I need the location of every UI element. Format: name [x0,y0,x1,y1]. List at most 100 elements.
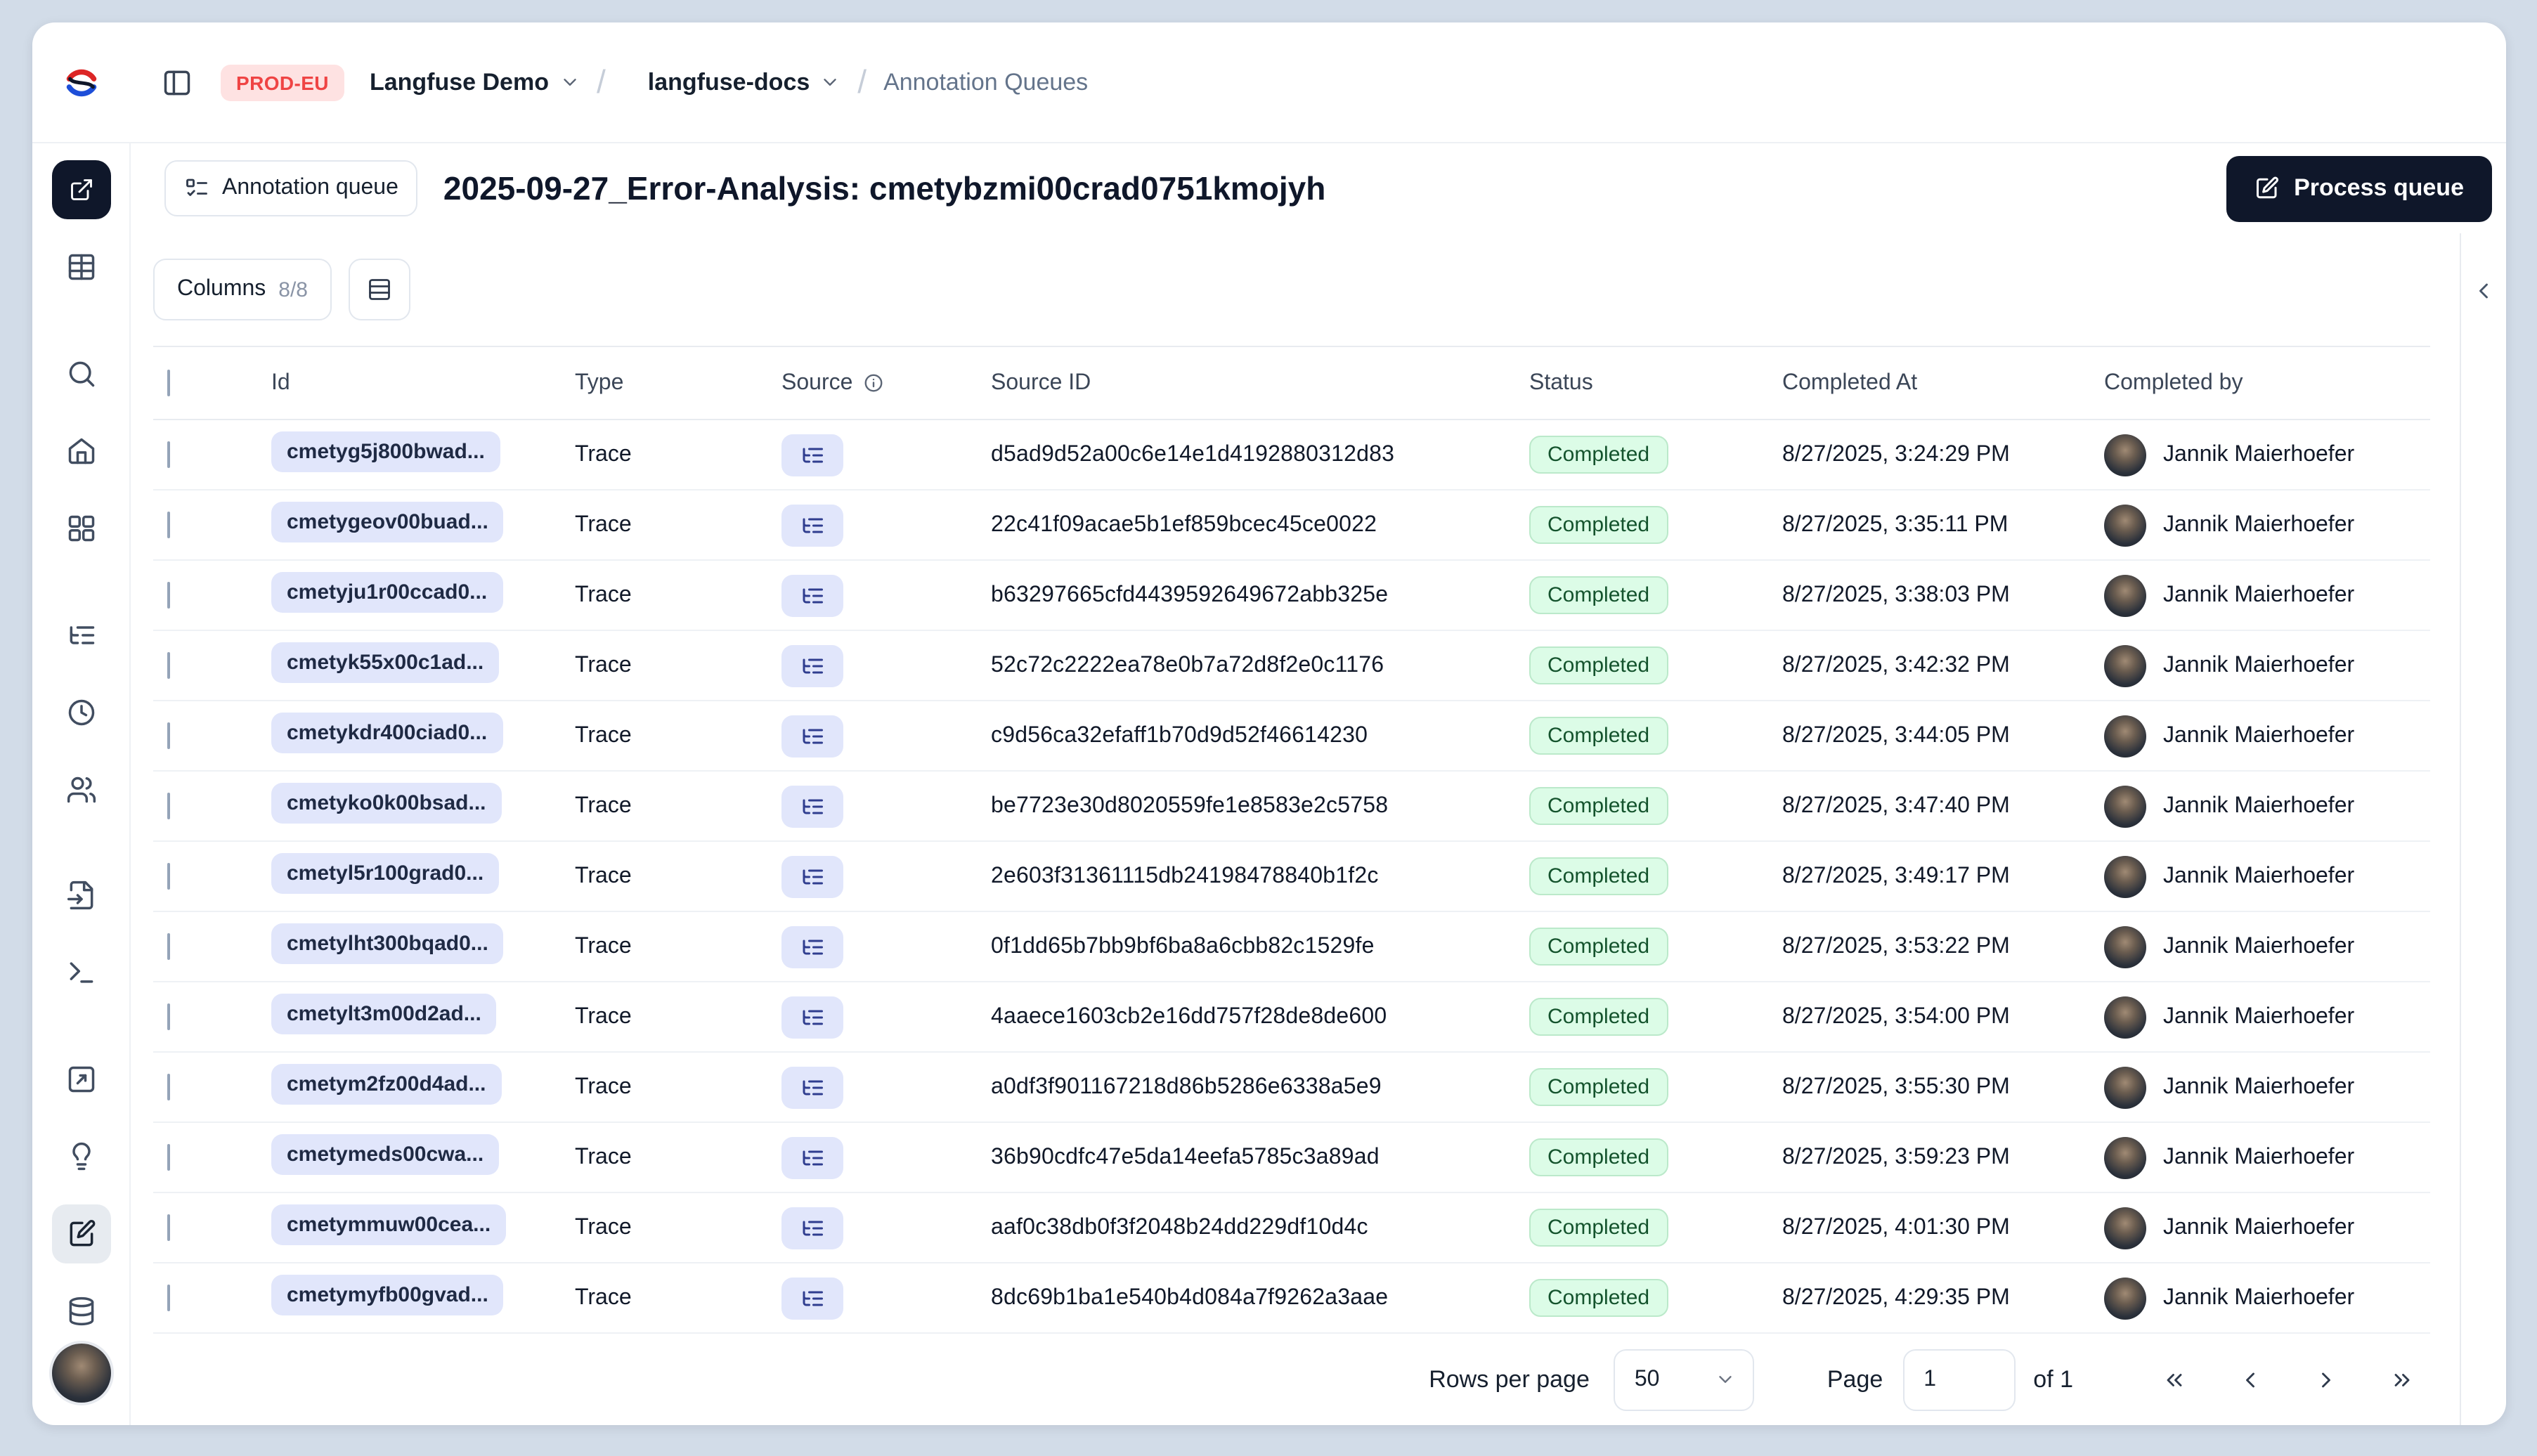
trace-source-icon[interactable] [781,855,843,897]
row-id-link[interactable]: cmetygeov00buad... [271,501,504,542]
rows-per-page-select[interactable]: 50 [1613,1348,1754,1410]
sidebar-item-scores[interactable] [51,866,110,925]
row-checkbox[interactable] [167,511,170,538]
row-checkbox[interactable] [167,581,170,608]
row-completed-at: 8/27/2025, 3:44:05 PM [1782,723,2010,747]
column-header-source[interactable]: Source [781,370,991,396]
table-row[interactable]: cmetylht300bqad0... Trace 0f1dd65b7bb9bf… [153,912,2430,982]
row-id-link[interactable]: cmetyko0k00bsad... [271,782,502,823]
row-id-link[interactable]: cmetymyfb00gvad... [271,1274,504,1315]
row-checkbox[interactable] [167,862,170,889]
row-checkbox[interactable] [167,722,170,748]
sidebar-item-sessions[interactable] [51,682,110,741]
row-height-button[interactable] [349,259,410,320]
trace-source-icon[interactable] [781,996,843,1038]
table-row[interactable]: cmetykdr400ciad0... Trace c9d56ca32efaff… [153,701,2430,772]
pagination-bar: Rows per page 50 Page of 1 [131,1334,2460,1425]
column-header-source-id[interactable]: Source ID [991,370,1529,396]
row-completed-at: 8/27/2025, 3:55:30 PM [1782,1074,2010,1098]
column-header-type[interactable]: Type [575,370,781,396]
project-selector[interactable]: langfuse-docs [648,68,841,96]
row-id-link[interactable]: cmetymmuw00cea... [271,1204,507,1244]
sidebar-item-annotation-queues[interactable] [51,1204,110,1264]
table-row[interactable]: cmetym2fz00d4ad... Trace a0df3f901167218… [153,1053,2430,1123]
previous-page-button[interactable] [2222,1351,2278,1408]
sidebar-item-tracing[interactable] [51,605,110,664]
next-page-button[interactable] [2298,1351,2354,1408]
file-input-icon [65,880,96,911]
trace-source-icon[interactable] [781,1136,843,1178]
annotation-queue-chip[interactable]: Annotation queue [164,160,418,216]
row-checkbox[interactable] [167,1143,170,1170]
row-id-link[interactable]: cmetyk55x00c1ad... [271,642,500,682]
sidebar-toggle-button[interactable] [150,56,204,109]
trace-source-icon[interactable] [781,1207,843,1249]
row-checkbox[interactable] [167,792,170,819]
first-page-button[interactable] [2146,1351,2202,1408]
trace-source-icon[interactable] [781,1066,843,1108]
row-checkbox[interactable] [167,1284,170,1311]
table-row[interactable]: cmetyju1r00ccad0... Trace b63297665cfd44… [153,561,2430,631]
sidebar-item-datasets[interactable] [51,1282,110,1341]
trace-source-icon[interactable] [781,434,843,476]
row-id-link[interactable]: cmetyg5j800bwad... [271,431,500,472]
row-id-link[interactable]: cmetylht300bqad0... [271,923,504,963]
trace-source-icon[interactable] [781,785,843,827]
row-id-link[interactable]: cmetykdr400ciad0... [271,712,503,753]
sidebar-item-home[interactable] [51,422,110,481]
info-icon[interactable] [862,372,883,394]
trace-source-icon[interactable] [781,925,843,968]
row-id-link[interactable]: cmetymeds00cwa... [271,1133,500,1174]
sidebar-item-playground[interactable] [51,1051,110,1110]
row-source-id: a0df3f901167218d86b5286e6338a5e9 [991,1074,1382,1098]
table-row[interactable]: cmetymmuw00cea... Trace aaf0c38db0f3f204… [153,1193,2430,1263]
columns-button[interactable]: Columns 8/8 [153,259,332,320]
last-page-button[interactable] [2374,1351,2430,1408]
trace-source-icon[interactable] [781,1277,843,1319]
table-row[interactable]: cmetyl5r100grad0... Trace 2e603f31361115… [153,842,2430,912]
org-selector[interactable]: Langfuse Demo [370,68,580,96]
status-badge: Completed [1529,436,1668,474]
table-row[interactable]: cmetymyfb00gvad... Trace 8dc69b1ba1e540b… [153,1263,2430,1334]
sidebar-item-users[interactable] [51,760,110,819]
column-header-completed-at[interactable]: Completed At [1782,370,2104,396]
row-checkbox[interactable] [167,932,170,959]
langfuse-logo[interactable] [32,63,131,102]
user-avatar[interactable] [48,1341,113,1406]
collapse-panel-button[interactable] [2464,271,2503,311]
row-id-link[interactable]: cmetym2fz00d4ad... [271,1063,502,1104]
table-row[interactable]: cmetygeov00buad... Trace 22c41f09acae5b1… [153,490,2430,561]
sidebar-item-search[interactable] [51,344,110,403]
sidebar-item-dashboards[interactable] [51,499,110,558]
table-row[interactable]: cmetyk55x00c1ad... Trace 52c72c2222ea78e… [153,631,2430,701]
row-checkbox[interactable] [167,651,170,678]
row-completed-at: 8/27/2025, 3:53:22 PM [1782,934,2010,958]
row-id-link[interactable]: cmetyju1r00ccad0... [271,571,503,612]
trace-source-icon[interactable] [781,644,843,687]
page-input[interactable] [1902,1348,2016,1410]
process-queue-button[interactable]: Process queue [2226,155,2492,221]
status-badge: Completed [1529,646,1668,684]
sidebar-item-open-external[interactable] [51,160,110,219]
table-row[interactable]: cmetymeds00cwa... Trace 36b90cdfc47e5da1… [153,1123,2430,1193]
column-header-status[interactable]: Status [1529,370,1782,396]
sidebar-item-table-view[interactable] [51,238,110,297]
row-checkbox[interactable] [167,1003,170,1029]
row-id-link[interactable]: cmetylt3m00d2ad... [271,993,497,1034]
select-all-checkbox[interactable] [167,369,170,396]
column-header-completed-by[interactable]: Completed by [2104,370,2430,396]
trace-source-icon[interactable] [781,574,843,616]
column-header-id[interactable]: Id [271,370,575,396]
table-row[interactable]: cmetyko0k00bsad... Trace be7723e30d80205… [153,772,2430,842]
row-checkbox[interactable] [167,1073,170,1100]
row-checkbox[interactable] [167,441,170,467]
table-row[interactable]: cmetyg5j800bwad... Trace d5ad9d52a00c6e1… [153,420,2430,490]
table-row[interactable]: cmetylt3m00d2ad... Trace 4aaece1603cb2e1… [153,982,2430,1053]
row-checkbox[interactable] [167,1214,170,1240]
trace-source-icon[interactable] [781,504,843,546]
sidebar-item-prompts[interactable] [51,944,110,1003]
completed-by-name: Jannik Maierhoefer [2163,512,2355,536]
trace-source-icon[interactable] [781,715,843,757]
sidebar-item-evaluation[interactable] [51,1128,110,1187]
row-id-link[interactable]: cmetyl5r100grad0... [271,852,500,893]
